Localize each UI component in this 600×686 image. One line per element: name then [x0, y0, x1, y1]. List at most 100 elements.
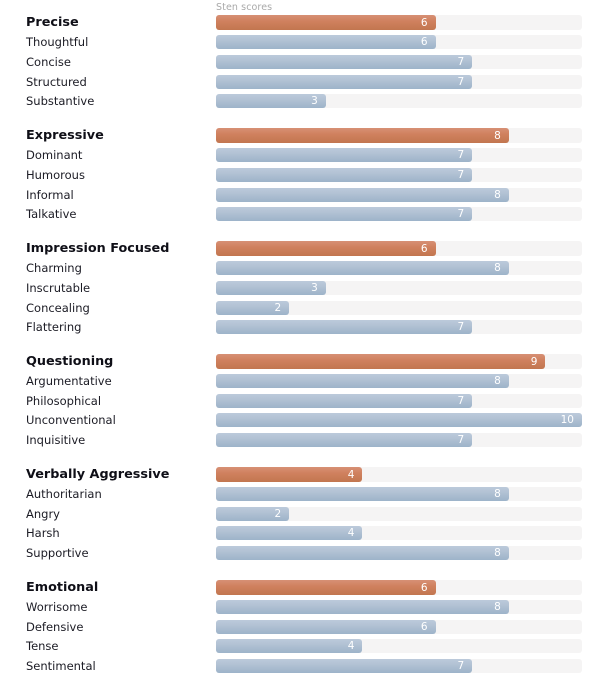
trait-group-heading-row: Emotional 6 [0, 578, 600, 598]
trait-group: Expressive 8 Dominant 7 Humorous 7 Informal 8 Ta… [0, 126, 600, 224]
score-bar: 8 [216, 487, 509, 502]
score-bar: 2 [216, 300, 290, 315]
trait-label: Argumentative [26, 374, 112, 389]
trait-group: Verbally Aggressive 4 Authoritarian 8 Angry 2… [0, 465, 600, 563]
score-track: 8 [216, 374, 582, 389]
score-bar: 3 [216, 280, 326, 295]
trait-label: Inquisitive [26, 433, 86, 448]
score-track: 4 [216, 526, 582, 541]
score-bar: 6 [216, 580, 436, 596]
score-track: 2 [216, 506, 582, 521]
score-value: 8 [494, 375, 501, 388]
trait-row: Talkative 7 [0, 204, 600, 224]
score-bar: 8 [216, 128, 509, 144]
score-track: 8 [216, 600, 582, 615]
trait-row: Authoritarian 8 [0, 484, 600, 504]
score-value: 8 [494, 188, 501, 201]
score-track: 7 [216, 74, 582, 89]
score-value: 6 [420, 242, 428, 255]
trait-group-heading-row: Precise 6 [0, 13, 600, 33]
trait-row: Dominant 7 [0, 146, 600, 166]
score-track: 8 [216, 128, 582, 144]
trait-label: Thoughtful [26, 35, 89, 50]
trait-row: Unconventional 10 [0, 411, 600, 431]
trait-row: Structured 7 [0, 72, 600, 92]
trait-label: Substantive [26, 94, 95, 109]
score-value: 4 [347, 640, 355, 653]
score-bar: 3 [216, 94, 326, 109]
score-bar: 7 [216, 659, 473, 674]
score-track: 8 [216, 546, 582, 561]
trait-row: Supportive 8 [0, 543, 600, 563]
trait-label: Harsh [26, 526, 60, 541]
score-value: 7 [457, 660, 465, 673]
trait-group-label: Emotional [26, 580, 99, 595]
score-value: 8 [494, 262, 501, 275]
trait-group-label: Impression Focused [26, 241, 170, 256]
score-bar: 8 [216, 374, 509, 389]
score-bar: 4 [216, 526, 363, 541]
score-bar: 9 [216, 354, 546, 370]
trait-row: Defensive 6 [0, 617, 600, 637]
score-value: 2 [274, 507, 282, 520]
score-value: 9 [530, 355, 538, 368]
score-track: 7 [216, 148, 582, 163]
score-track: 3 [216, 280, 582, 295]
trait-group-list: Precise 6 Thoughtful 6 Concise 7 Structured 7 Su… [0, 0, 600, 676]
trait-label: Humorous [26, 167, 85, 182]
score-value: 7 [457, 321, 465, 334]
score-value: 6 [420, 36, 428, 49]
trait-row: Concealing 2 [0, 298, 600, 318]
score-track: 7 [216, 167, 582, 182]
score-value: 3 [311, 281, 318, 294]
score-bar: 7 [216, 148, 473, 163]
trait-label: Unconventional [26, 413, 116, 428]
score-track: 4 [216, 639, 582, 654]
trait-label: Inscrutable [26, 280, 91, 295]
score-value: 8 [494, 601, 501, 614]
score-track: 2 [216, 300, 582, 315]
score-value: 6 [420, 16, 428, 29]
score-bar: 7 [216, 74, 473, 89]
score-track: 8 [216, 487, 582, 502]
score-value: 6 [420, 620, 428, 633]
trait-group-label: Precise [26, 15, 79, 30]
trait-label: Angry [26, 506, 60, 521]
score-value: 7 [457, 149, 465, 162]
score-value: 8 [494, 129, 501, 142]
score-bar: 4 [216, 639, 363, 654]
trait-row: Worrisome 8 [0, 597, 600, 617]
score-value: 8 [494, 547, 501, 560]
score-value: 3 [311, 95, 318, 108]
trait-row: Concise 7 [0, 52, 600, 72]
trait-label: Flattering [26, 320, 82, 335]
score-track: 7 [216, 207, 582, 222]
score-value: 7 [457, 434, 465, 447]
score-value: 7 [457, 208, 465, 221]
score-value: 7 [457, 55, 465, 68]
score-track: 6 [216, 580, 582, 596]
score-bar: 6 [216, 241, 436, 257]
trait-row: Harsh 4 [0, 524, 600, 544]
score-value: 4 [347, 468, 355, 481]
axis-label-sten-scores: Sten scores [216, 2, 273, 13]
trait-label: Charming [26, 261, 82, 276]
trait-row: Informal 8 [0, 185, 600, 205]
score-track: 7 [216, 393, 582, 408]
score-bar: 8 [216, 187, 509, 202]
score-bar: 7 [216, 433, 473, 448]
score-track: 9 [216, 354, 582, 370]
trait-group: Emotional 6 Worrisome 8 Defensive 6 Tense 4 Sent… [0, 578, 600, 676]
score-bar: 4 [216, 467, 363, 483]
trait-group-label: Questioning [26, 354, 114, 369]
trait-row: Humorous 7 [0, 165, 600, 185]
score-bar: 6 [216, 15, 436, 31]
score-bar: 7 [216, 320, 473, 335]
trait-group: Precise 6 Thoughtful 6 Concise 7 Structured 7 Su… [0, 13, 600, 111]
trait-label: Talkative [26, 207, 77, 222]
score-bar: 10 [216, 413, 582, 428]
score-bar: 7 [216, 207, 473, 222]
score-bar: 6 [216, 35, 436, 50]
score-track: 7 [216, 433, 582, 448]
score-value: 7 [457, 168, 465, 181]
